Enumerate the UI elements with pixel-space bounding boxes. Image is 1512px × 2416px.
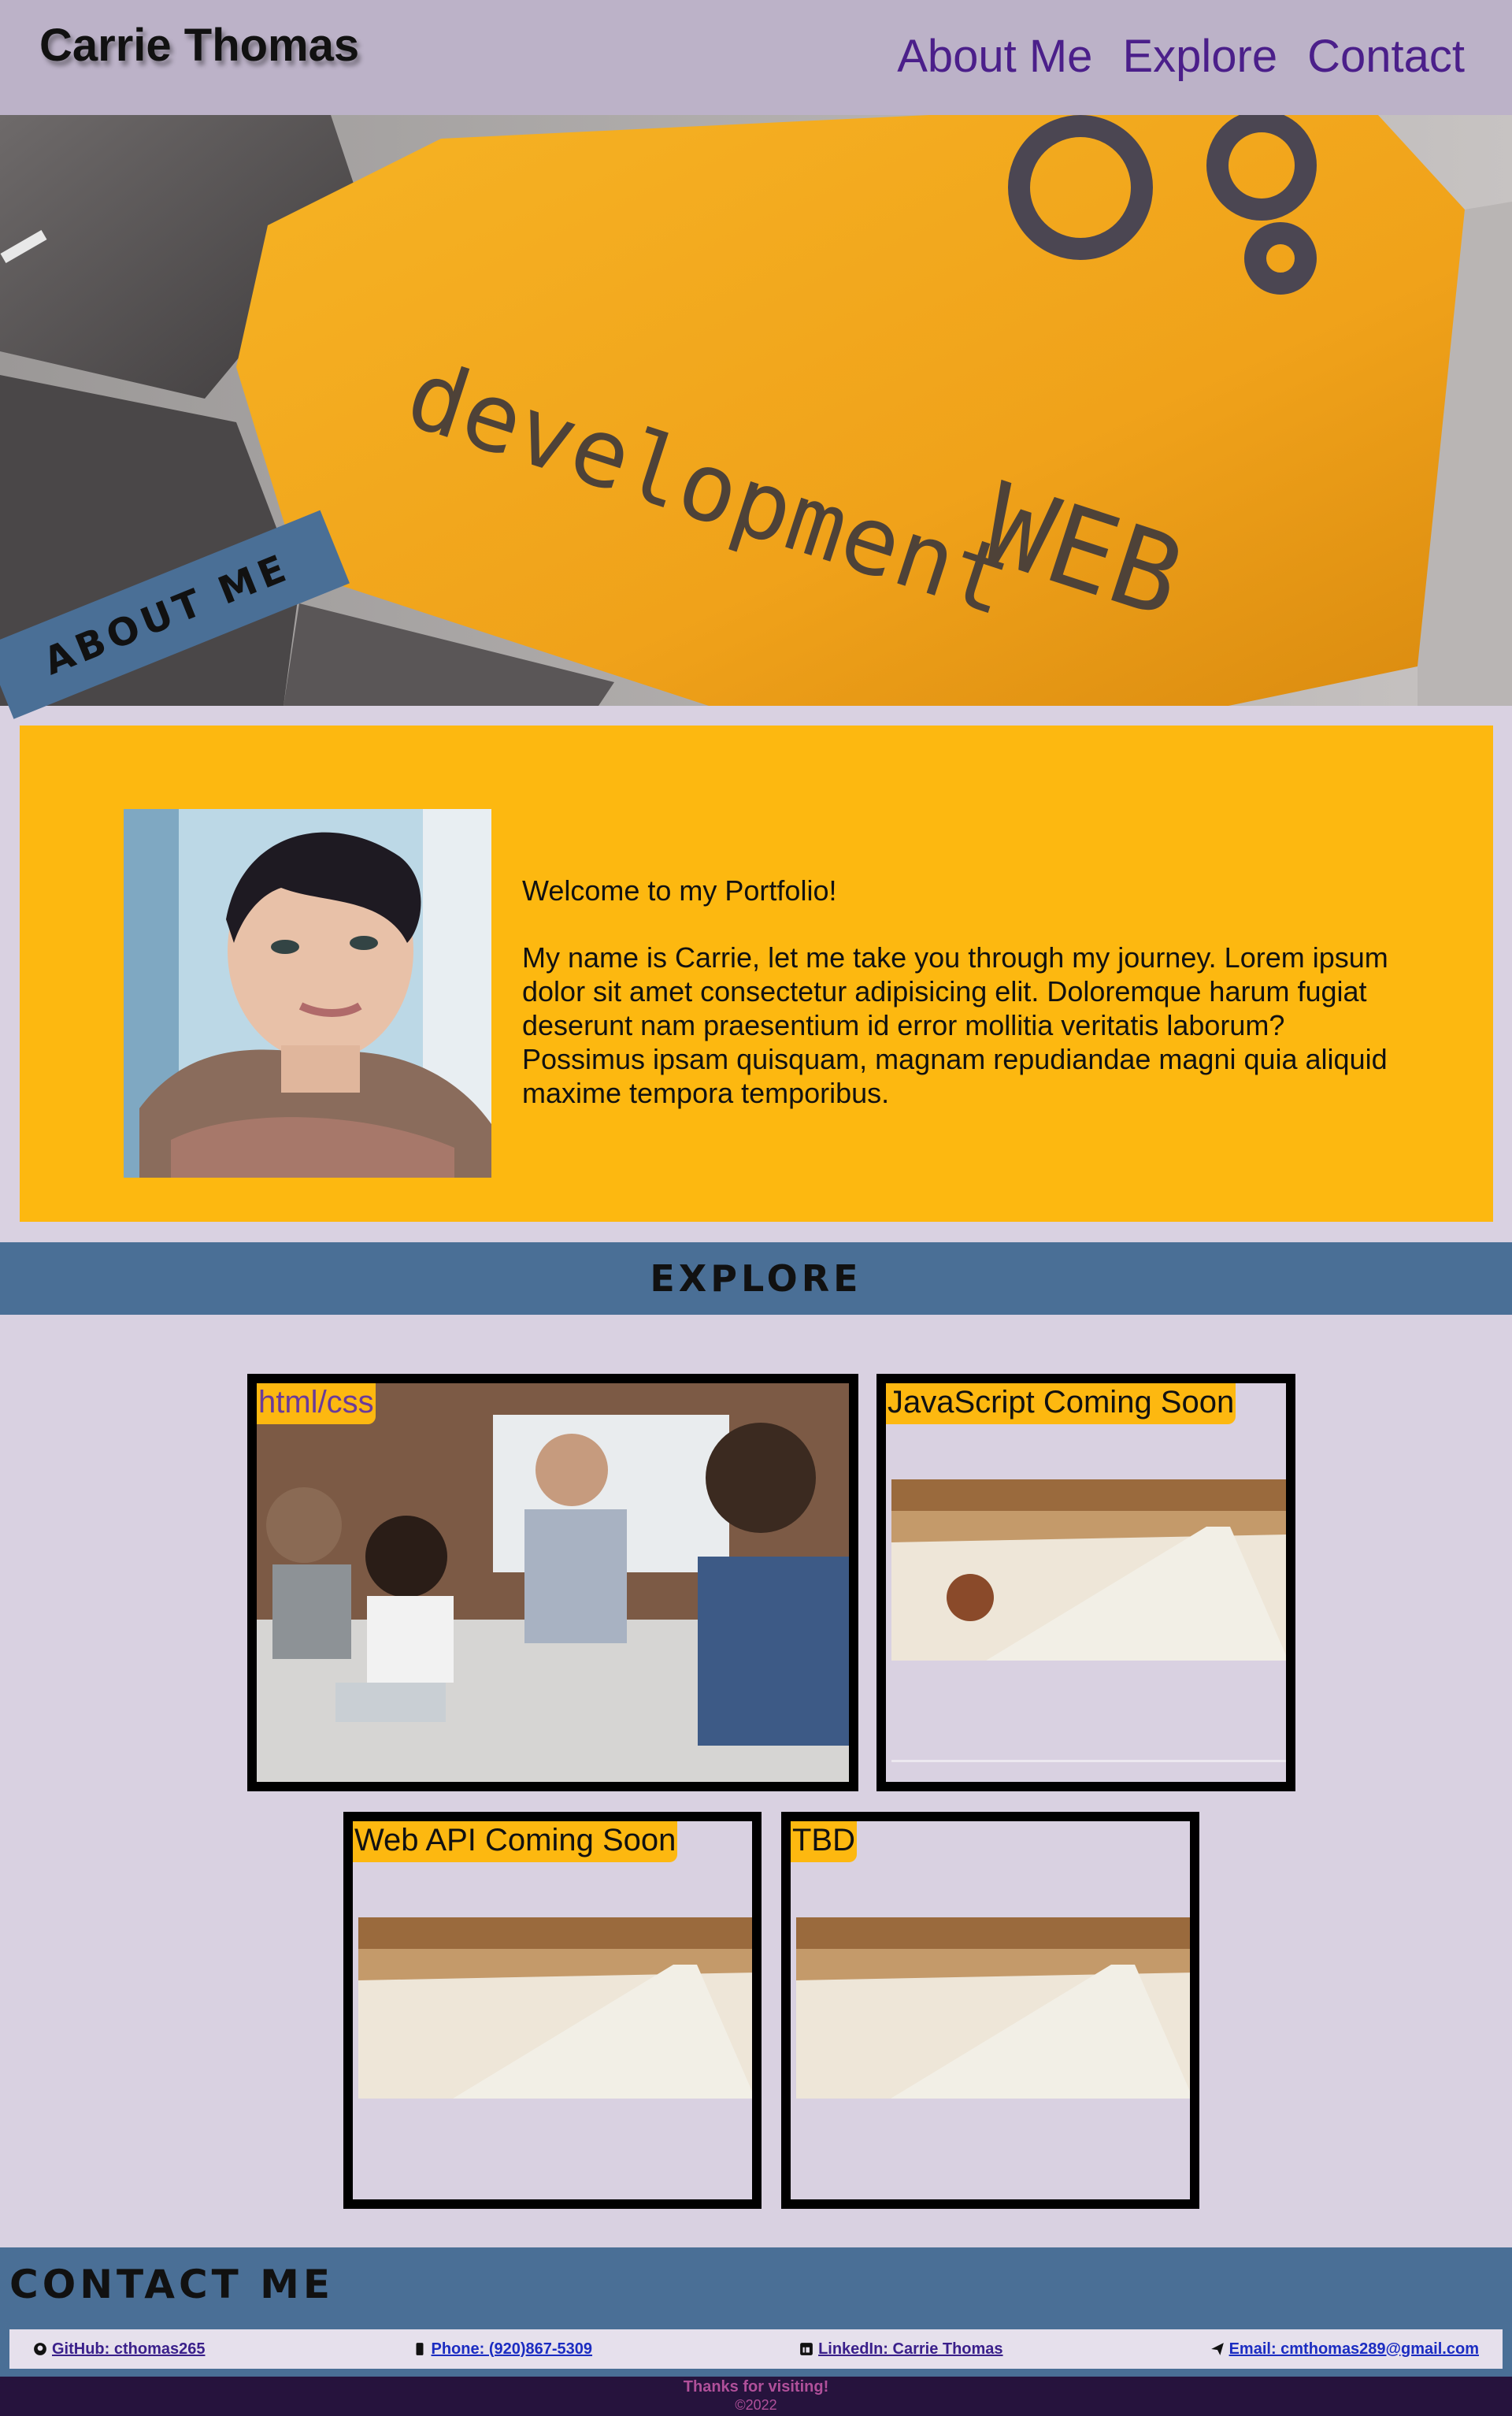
about-text: Welcome to my Portfolio! My name is Carr… xyxy=(522,874,1388,1143)
site-header: Carrie Thomas About Me Explore Contact xyxy=(0,0,1512,115)
nav-about-me[interactable]: About Me xyxy=(897,30,1092,83)
card-divider xyxy=(891,1760,1286,1762)
desert-road-image xyxy=(796,1917,1190,2099)
about-section: Welcome to my Portfolio! My name is Carr… xyxy=(20,726,1493,1222)
about-body: My name is Carrie, let me take you throu… xyxy=(522,941,1388,1109)
desert-road-image xyxy=(358,1917,752,2099)
linkedin-link[interactable]: LinkedIn: Carrie Thomas xyxy=(799,2340,1003,2358)
footer-copyright: ©2022 xyxy=(735,2397,777,2413)
phone-icon xyxy=(416,2343,423,2355)
linkedin-icon xyxy=(800,2343,813,2355)
nav-explore[interactable]: Explore xyxy=(1122,30,1277,83)
card-label: TBD xyxy=(791,1821,857,1862)
footer-thanks: Thanks for visiting! xyxy=(683,2378,829,2396)
card-label: Web API Coming Soon xyxy=(353,1821,678,1862)
explore-title: EXPLORE xyxy=(650,1257,862,1300)
explore-header: EXPLORE xyxy=(0,1242,1512,1315)
github-link[interactable]: GitHub: cthomas265 xyxy=(33,2340,205,2358)
linkedin-link-label: LinkedIn: Carrie Thomas xyxy=(818,2340,1003,2358)
contact-title: CONTACT ME xyxy=(9,2262,335,2307)
github-link-label: GitHub: cthomas265 xyxy=(52,2340,206,2358)
site-title: Carrie Thomas xyxy=(39,20,360,71)
phone-link[interactable]: Phone: (920)867-5309 xyxy=(413,2340,593,2358)
phone-link-label: Phone: (920)867-5309 xyxy=(431,2340,593,2358)
contact-links: GitHub: cthomas265 Phone: (920)867-5309 … xyxy=(9,2329,1503,2369)
desert-road-image xyxy=(891,1479,1286,1661)
welcome-text: Welcome to my Portfolio! xyxy=(522,874,837,907)
profile-photo xyxy=(124,809,491,1178)
project-card-html-css[interactable]: html/css xyxy=(247,1374,858,1791)
card-label: html/css xyxy=(257,1383,376,1424)
project-card-tbd[interactable]: TBD xyxy=(781,1812,1199,2209)
site-footer: Thanks for visiting! ©2022 xyxy=(0,2377,1512,2416)
nav-contact[interactable]: Contact xyxy=(1307,30,1465,83)
paper-plane-icon xyxy=(1210,2343,1224,2355)
project-card-web-api[interactable]: Web API Coming Soon xyxy=(343,1812,762,2209)
github-icon xyxy=(34,2343,46,2355)
contact-section: CONTACT ME GitHub: cthomas265 Phone: (92… xyxy=(0,2247,1512,2377)
email-link-label: Email: cmthomas289@gmail.com xyxy=(1228,2340,1479,2358)
card-label: JavaScript Coming Soon xyxy=(886,1383,1236,1424)
team-meeting-image xyxy=(257,1383,849,1782)
project-card-javascript[interactable]: JavaScript Coming Soon xyxy=(876,1374,1295,1791)
main-nav: About Me Explore Contact xyxy=(897,30,1465,83)
email-link[interactable]: Email: cmthomas289@gmail.com xyxy=(1210,2340,1479,2358)
